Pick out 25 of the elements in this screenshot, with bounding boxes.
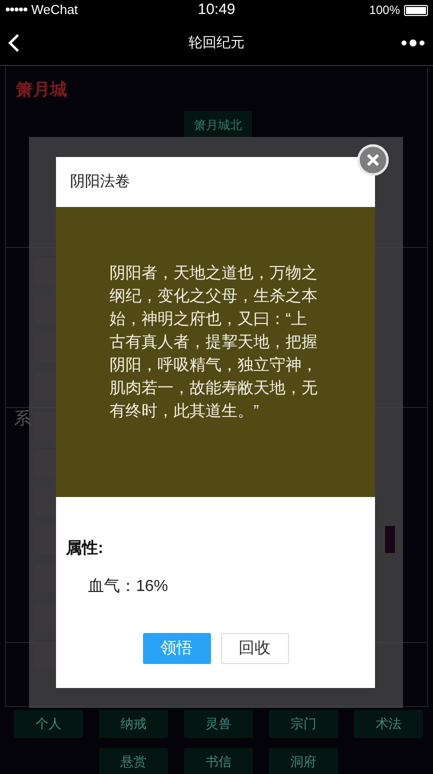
page-title: 轮回纪元 [188, 33, 244, 52]
attribute-text: 血气：16% [87, 577, 170, 597]
menu-button[interactable]: 灵兽 [184, 710, 253, 738]
description-text: 阴阳者，天地之道也，万物之纲纪，变化之父母，生杀之本始，神明之府也，又曰：“上古有真人者，提挈天地，把握阴阳，呼吸精气，独立守神，肌肉若一，故能寿敝天地，无有终时，此其道生。” [110, 264, 318, 422]
menu-button[interactable]: 书信 [184, 748, 253, 774]
menu-button[interactable]: 个人 [14, 710, 83, 738]
back-icon[interactable] [8, 32, 20, 52]
attributes-heading: 属性: [66, 538, 104, 559]
comprehend-button[interactable]: 领悟 [142, 633, 210, 664]
menu-button[interactable]: 纳戒 [99, 710, 168, 738]
battery-percent: 100% [369, 2, 400, 19]
menu-button[interactable]: 术法 [354, 710, 423, 738]
menu-button[interactable]: 宗门 [269, 710, 338, 738]
exit-button[interactable]: 箫月城北 [184, 111, 252, 138]
battery-icon [404, 4, 428, 16]
status-time: 10:49 [198, 0, 236, 20]
dialog-title: 阴阳法卷 [69, 172, 131, 192]
carrier-name: WeChat [31, 1, 78, 20]
more-icon[interactable] [401, 38, 425, 46]
menu-button[interactable]: 悬赏 [99, 748, 168, 774]
section-label: 系 [13, 408, 31, 430]
recycle-button[interactable]: 回收 [220, 633, 288, 664]
city-name: 箫月城 [16, 79, 67, 101]
signal-dots: ●●●●● [5, 3, 28, 16]
menu-button[interactable]: 洞府 [269, 748, 338, 774]
